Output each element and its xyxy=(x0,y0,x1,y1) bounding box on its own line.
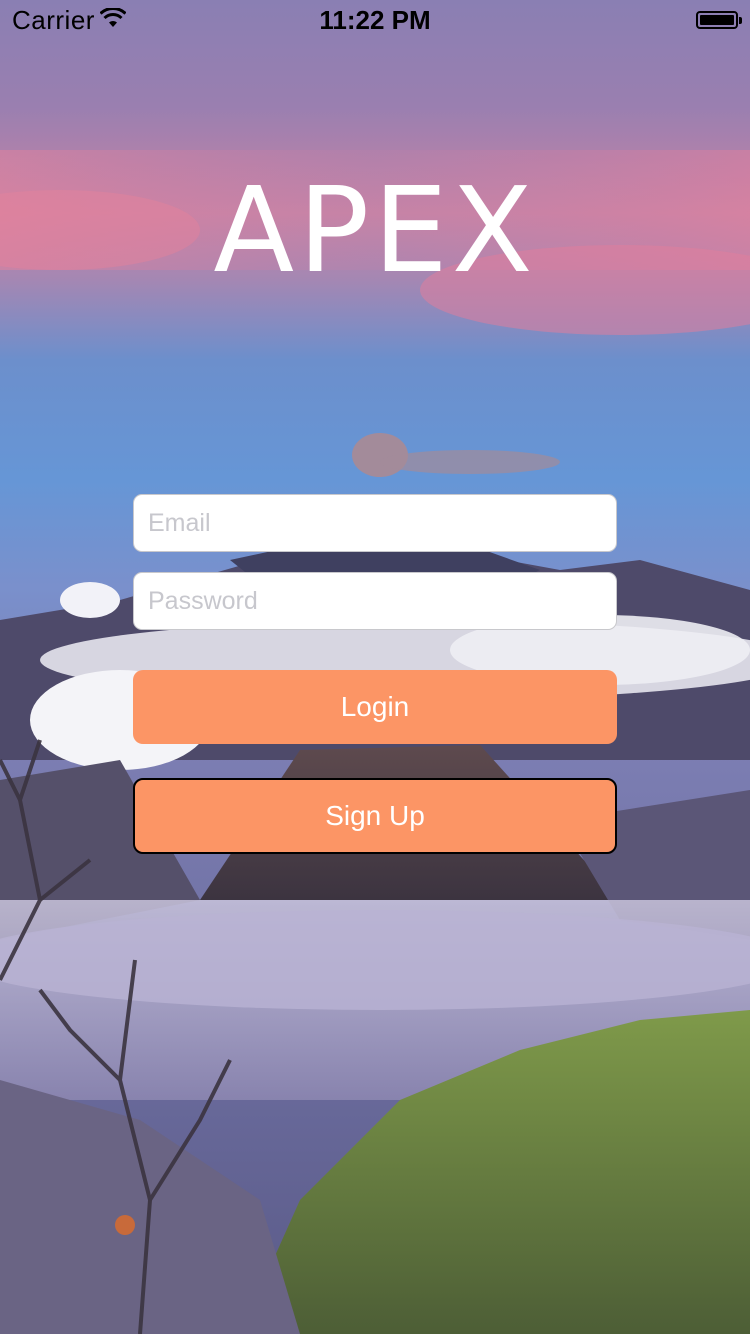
battery-nub xyxy=(739,17,742,24)
status-time: 11:22 PM xyxy=(319,5,431,35)
email-field[interactable] xyxy=(133,494,617,552)
signup-button-label: Sign Up xyxy=(325,800,425,831)
app-title: APEX xyxy=(213,161,537,299)
login-screen: Carrier 11:22 PM APEX Login Sign Up xyxy=(0,0,750,1334)
battery-fill xyxy=(700,15,734,25)
password-field[interactable] xyxy=(133,572,617,630)
battery-icon xyxy=(696,11,742,29)
status-bar: Carrier 11:22 PM xyxy=(0,0,750,40)
login-button-label: Login xyxy=(340,691,410,722)
signup-button[interactable]: Sign Up xyxy=(133,778,617,854)
login-button[interactable]: Login xyxy=(133,670,617,744)
